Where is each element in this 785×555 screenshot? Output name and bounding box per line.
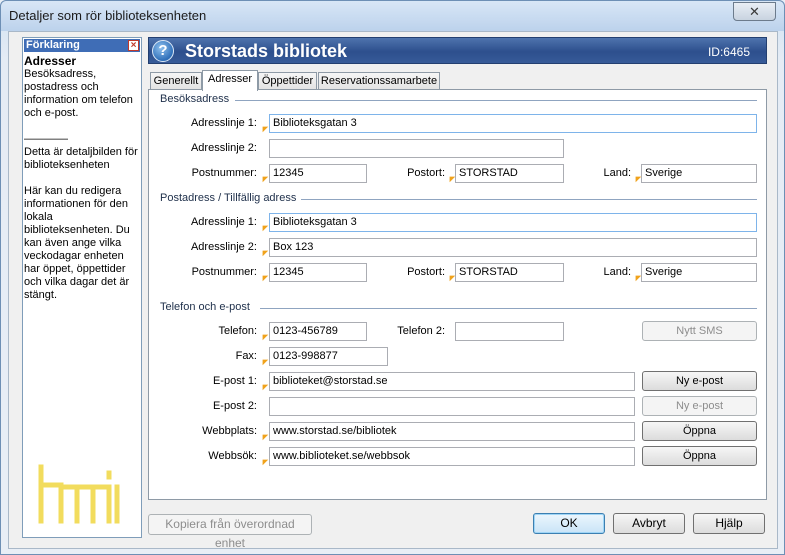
open-websearch-button[interactable]: Öppna xyxy=(642,446,757,466)
fax-field[interactable]: 0123-998877 xyxy=(269,347,388,366)
explanation-header: Förklaring × xyxy=(24,39,140,52)
explanation-text: Besöksadress, postadress och information… xyxy=(24,68,138,301)
required-marker xyxy=(259,123,269,133)
required-marker xyxy=(259,331,269,341)
required-marker xyxy=(632,272,642,282)
email2-label: E-post 2: xyxy=(212,400,257,412)
postal-addr1-field[interactable]: Biblioteksgatan 3 xyxy=(269,213,757,232)
visit-addr2-label: Adresslinje 2: xyxy=(190,142,257,154)
visit-zip-field[interactable]: 12345 xyxy=(269,164,367,183)
library-id: ID:6465 xyxy=(707,45,750,59)
dialog-window: Detaljer som rör biblioteksenheten ✕ För… xyxy=(0,0,785,555)
tab-adresser[interactable]: Adresser xyxy=(202,70,258,91)
dialog-client-area: Förklaring × Adresser Besöksadress, post… xyxy=(8,31,778,550)
contact-heading: Telefon och e-post xyxy=(160,301,250,313)
required-marker xyxy=(259,173,269,183)
postal-country-label: Land: xyxy=(603,266,631,278)
email1-label: E-post 1: xyxy=(212,375,257,387)
visit-zip-label: Postnummer: xyxy=(191,167,257,179)
websearch-field[interactable]: www.biblioteket.se/webbsok xyxy=(269,447,635,466)
tab-oppettider[interactable]: Öppettider xyxy=(258,72,317,90)
postal-city-field[interactable]: STORSTAD xyxy=(455,263,564,282)
title-bar[interactable]: Detaljer som rör biblioteksenheten ✕ xyxy=(1,1,784,31)
fax-label: Fax: xyxy=(235,350,257,362)
postal-addr2-label: Adresslinje 2: xyxy=(190,241,257,253)
email2-field[interactable] xyxy=(269,397,635,416)
required-marker xyxy=(632,173,642,183)
section-divider xyxy=(260,308,757,309)
visit-addr1-field[interactable]: Biblioteksgatan 3 xyxy=(269,114,757,133)
window-title: Detaljer som rör biblioteksenheten xyxy=(9,8,207,23)
websearch-label: Webbsök: xyxy=(208,450,257,462)
addresses-panel: Besöksadress Adresslinje 1: Biblioteksga… xyxy=(148,89,767,500)
required-marker xyxy=(446,173,456,183)
postal-addr1-label: Adresslinje 1: xyxy=(190,216,257,228)
ok-button[interactable]: OK xyxy=(533,513,605,534)
phone-field[interactable]: 0123-456789 xyxy=(269,322,367,341)
explanation-title: Adresser xyxy=(24,54,77,68)
required-marker xyxy=(259,381,269,391)
required-marker xyxy=(446,272,456,282)
required-marker xyxy=(259,247,269,257)
required-marker xyxy=(259,272,269,282)
postal-addr2-field[interactable]: Box 123 xyxy=(269,238,757,257)
new-email2-button[interactable]: Ny e-post xyxy=(642,396,757,416)
postal-zip-label: Postnummer: xyxy=(191,266,257,278)
explanation-header-label: Förklaring xyxy=(26,39,80,51)
required-marker xyxy=(259,431,269,441)
visit-addr1-label: Adresslinje 1: xyxy=(190,117,257,129)
phone2-field[interactable] xyxy=(455,322,564,341)
visit-country-field[interactable]: Sverige xyxy=(641,164,757,183)
new-email1-button[interactable]: Ny e-post xyxy=(642,371,757,391)
library-name: Storstads bibliotek xyxy=(185,41,348,61)
visit-city-label: Postort: xyxy=(407,167,445,179)
postal-zip-field[interactable]: 12345 xyxy=(269,263,367,282)
visit-addr2-field[interactable] xyxy=(269,139,564,158)
required-marker xyxy=(259,356,269,366)
new-sms-button[interactable]: Nytt SMS xyxy=(642,321,757,341)
section-divider xyxy=(235,100,757,101)
window-close-button[interactable]: ✕ xyxy=(733,2,776,21)
tab-reservationssamarbete[interactable]: Reservationssamarbete xyxy=(318,72,440,90)
open-website-button[interactable]: Öppna xyxy=(642,421,757,441)
required-marker xyxy=(259,456,269,466)
website-field[interactable]: www.storstad.se/bibliotek xyxy=(269,422,635,441)
visit-address-heading: Besöksadress xyxy=(160,93,230,105)
unit-banner: ? Storstads bibliotek ID:6465 xyxy=(148,37,767,64)
library-logo xyxy=(38,464,120,524)
cancel-button[interactable]: Avbryt xyxy=(613,513,685,534)
required-marker xyxy=(259,222,269,232)
copy-from-parent-button[interactable]: Kopiera från överordnad enhet xyxy=(148,514,312,550)
visit-city-field[interactable]: STORSTAD xyxy=(455,164,564,183)
section-divider xyxy=(301,199,757,200)
tab-generellt[interactable]: Generellt xyxy=(150,72,202,90)
postal-city-label: Postort: xyxy=(407,266,445,278)
phone-label: Telefon: xyxy=(218,325,257,337)
postal-address-heading: Postadress / Tillfällig adress xyxy=(160,192,297,204)
email1-field[interactable]: biblioteket@storstad.se xyxy=(269,372,635,391)
help-button[interactable]: Hjälp xyxy=(693,513,765,534)
explanation-panel: Förklaring × Adresser Besöksadress, post… xyxy=(22,37,142,538)
explanation-close-icon[interactable]: × xyxy=(128,40,139,51)
close-icon: ✕ xyxy=(749,4,760,19)
visit-country-label: Land: xyxy=(603,167,631,179)
website-label: Webbplats: xyxy=(202,425,257,437)
postal-country-field[interactable]: Sverige xyxy=(641,263,757,282)
help-icon[interactable]: ? xyxy=(152,40,174,62)
phone2-label: Telefon 2: xyxy=(397,325,445,337)
